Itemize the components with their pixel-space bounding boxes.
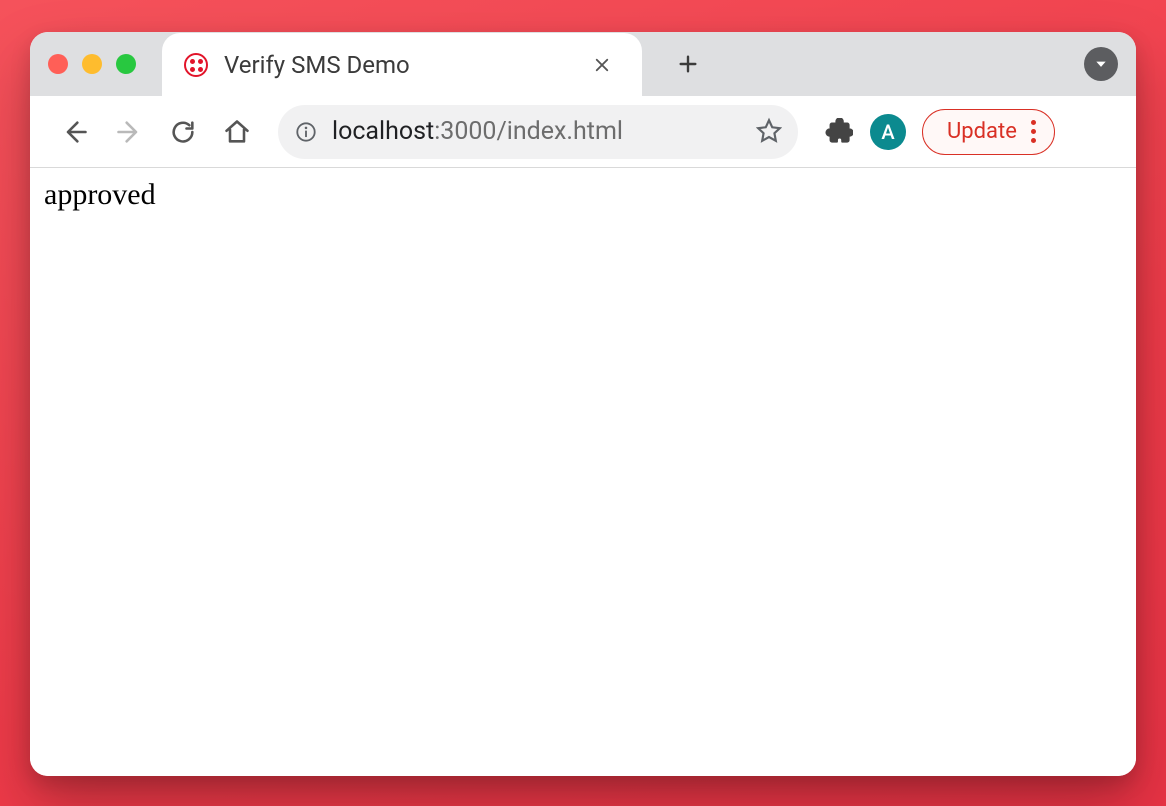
reload-button[interactable] [160,109,206,155]
bookmark-star-icon[interactable] [756,117,782,147]
profile-avatar[interactable]: A [870,114,906,150]
desktop-background: Verify SMS Demo [0,0,1166,806]
window-minimize-button[interactable] [82,54,102,74]
back-button[interactable] [52,109,98,155]
site-info-icon[interactable] [294,120,318,144]
page-viewport: approved [30,168,1136,776]
tab-strip: Verify SMS Demo [30,32,1136,96]
toolbar: localhost:3000/index.html A Update [30,96,1136,168]
twilio-icon [184,53,208,77]
url-host: localhost [332,117,434,146]
tab-title: Verify SMS Demo [224,51,584,79]
profile-initial: A [881,120,894,144]
address-bar[interactable]: localhost:3000/index.html [278,105,798,159]
extensions-button[interactable] [816,109,862,155]
window-maximize-button[interactable] [116,54,136,74]
update-button[interactable]: Update [922,109,1055,155]
page-body-text: approved [44,178,156,211]
forward-button[interactable] [106,109,152,155]
window-controls [48,54,136,74]
update-label: Update [947,119,1017,144]
url-text: localhost:3000/index.html [332,117,623,146]
close-tab-button[interactable] [584,47,620,83]
home-button[interactable] [214,109,260,155]
menu-dots-icon [1031,120,1036,143]
window-close-button[interactable] [48,54,68,74]
url-path: :3000/index.html [434,117,623,146]
browser-window: Verify SMS Demo [30,32,1136,776]
new-tab-button[interactable] [666,42,710,86]
tabs-overflow-button[interactable] [1084,47,1118,81]
browser-tab[interactable]: Verify SMS Demo [162,33,642,97]
